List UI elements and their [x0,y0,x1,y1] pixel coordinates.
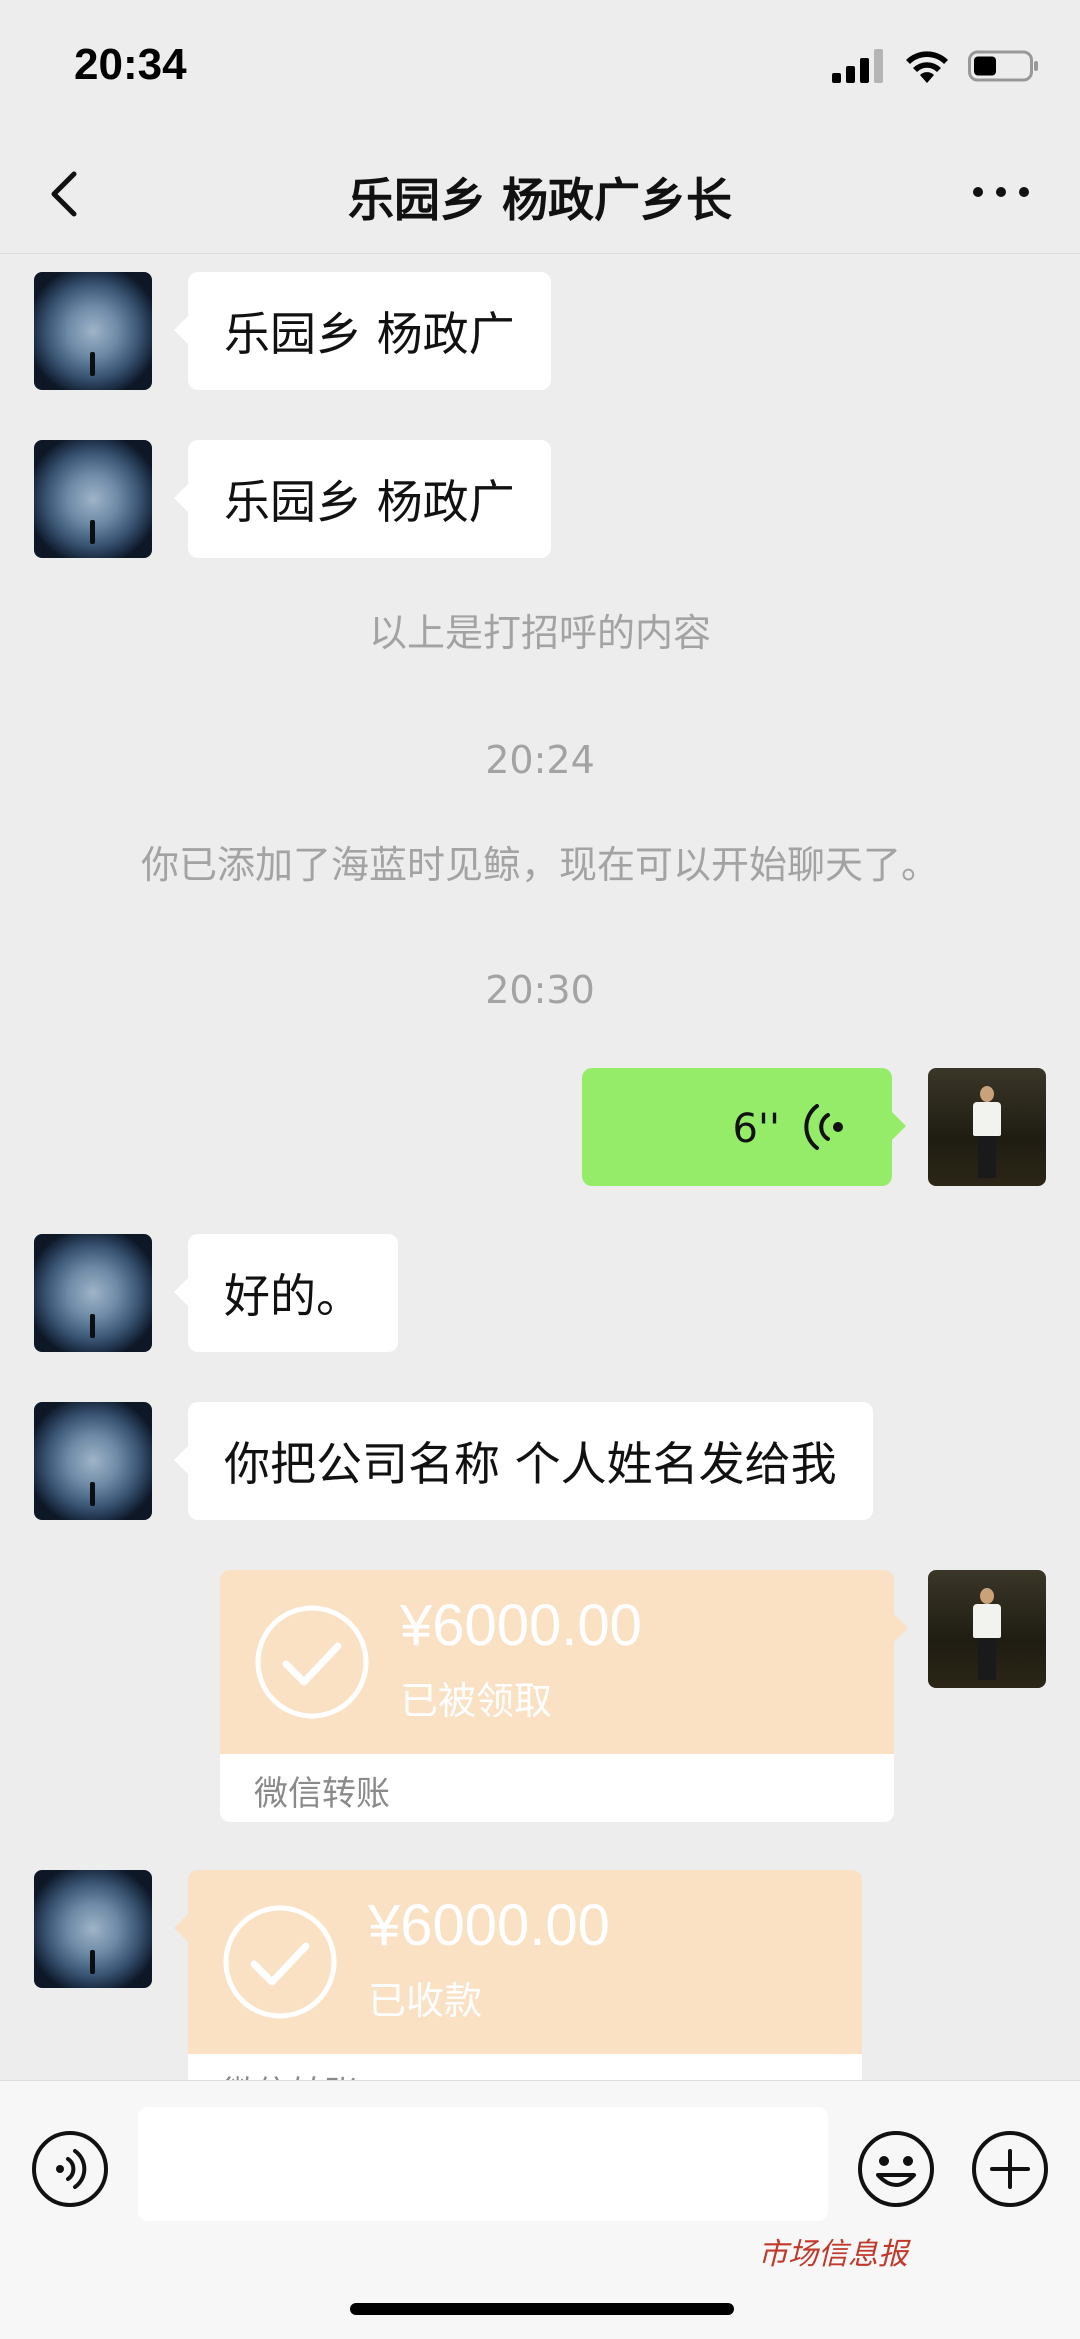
message-text: 乐园乡 杨政广 [224,307,515,361]
plus-icon[interactable] [970,2129,1050,2209]
self-avatar[interactable] [928,1570,1046,1688]
battery-icon [968,50,1038,82]
message-bubble[interactable]: 好的。 [174,1234,398,1352]
status-bar: 20:34 [0,0,1080,132]
system-message: 以上是打招呼的内容 [368,611,711,655]
transfer-status: 已被领取 [400,1679,553,1723]
check-icon [223,1905,337,2019]
status-time: 20:34 [74,40,187,89]
message-input[interactable] [138,2107,828,2221]
message-text: 你把公司名称 个人姓名发给我 [224,1437,837,1491]
message-bubble[interactable]: 乐园乡 杨政广 [174,272,551,390]
transfer-card[interactable]: ¥6000.00 已收款 微信转账 [174,1870,862,2080]
input-bar: 市场信息报 [0,2080,1080,2339]
timestamp: 20:30 [485,968,595,1012]
nav-bar: 乐园乡 杨政广乡长 [0,132,1080,254]
contact-avatar[interactable] [34,1870,152,1988]
self-avatar[interactable] [928,1068,1046,1186]
timestamp: 20:24 [485,738,595,782]
voice-duration: 6'' [732,1106,780,1152]
check-icon [255,1605,369,1719]
message-bubble[interactable]: 你把公司名称 个人姓名发给我 [174,1402,873,1520]
transfer-status: 已收款 [368,1979,483,2023]
transfer-card[interactable]: ¥6000.00 已被领取 微信转账 [220,1570,908,1822]
watermark: 市场信息报 [758,2237,908,2272]
message-text: 乐园乡 杨政广 [224,475,515,529]
transfer-amount: ¥6000.00 [400,1593,642,1658]
system-message: 你已添加了海蓝时见鲸，现在可以开始聊天了。 [140,843,939,887]
contact-avatar[interactable] [34,1402,152,1520]
more-icon[interactable] [966,162,1036,222]
signal-icon [832,49,883,83]
transfer-amount: ¥6000.00 [368,1893,610,1958]
home-indicator [350,2303,734,2315]
message-bubble[interactable]: 乐园乡 杨政广 [174,440,551,558]
contact-avatar[interactable] [34,272,152,390]
wifi-icon [906,51,948,83]
voice-wave-icon [804,1104,843,1150]
voice-input-icon[interactable] [30,2129,110,2209]
chat-title: 乐园乡 杨政广乡长 [347,173,732,227]
voice-message-bubble[interactable]: 6'' [582,1068,906,1186]
contact-avatar[interactable] [34,440,152,558]
emoji-icon[interactable] [856,2129,936,2209]
contact-avatar[interactable] [34,1234,152,1352]
message-text: 好的。 [224,1269,362,1323]
chat-area[interactable]: 乐园乡 杨政广 乐园乡 杨政广 以上是打招呼的内容 20:24 你已添加了海蓝时… [0,254,1080,2080]
transfer-label: 微信转账 [222,2066,358,2080]
transfer-label: 微信转账 [254,1774,390,1814]
status-icons [832,46,1040,86]
